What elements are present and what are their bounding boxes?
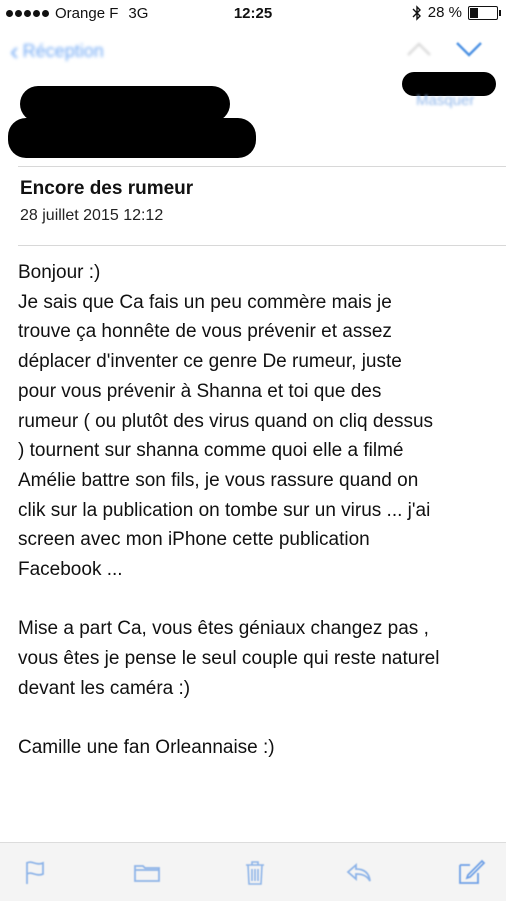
divider	[18, 166, 506, 167]
redaction-bar	[20, 86, 230, 122]
body-line: rumeur ( ou plutôt des virus quand on cl…	[18, 410, 434, 432]
hide-details-link[interactable]: Masquer	[416, 92, 474, 109]
battery-percent: 28 %	[427, 4, 462, 21]
compose-icon[interactable]	[456, 857, 486, 887]
divider	[18, 245, 506, 246]
body-line: clik sur la publication on tombe sur un …	[18, 499, 431, 521]
body-line: Facebook ...	[18, 559, 123, 581]
redaction-bar	[8, 118, 256, 158]
body-line: screen avec mon iPhone cette publication	[18, 529, 370, 551]
flag-icon[interactable]	[20, 857, 50, 887]
message-body: Bonjour :) Je sais que Ca fais un peu com…	[18, 258, 493, 763]
back-label: Réception	[22, 40, 104, 61]
trash-icon[interactable]	[240, 857, 270, 887]
message-date: 28 juillet 2015 12:12	[20, 207, 164, 224]
body-line: déplacer d'inventer ce genre De rumeur, …	[18, 351, 402, 373]
chevron-down-icon[interactable]	[452, 34, 486, 64]
chevron-up-icon[interactable]	[404, 38, 434, 60]
body-line: Mise a part Ca, vous êtes géniaux change…	[18, 618, 429, 640]
body-line: trouve ça honnête de vous prévenir et as…	[18, 321, 392, 343]
back-button[interactable]: ‹ Réception	[10, 38, 104, 64]
status-right: 28 %	[412, 4, 501, 21]
body-line: pour vous prévenir à Shanna et toi que d…	[18, 380, 382, 402]
body-line: Camille une fan Orleannaise :)	[18, 737, 275, 759]
battery-icon	[468, 5, 501, 20]
status-bar: Orange F 3G 12:25 28 %	[0, 0, 506, 28]
chevron-left-icon: ‹	[10, 36, 19, 66]
body-line: Amélie battre son fils, je vous rassure …	[18, 469, 419, 491]
body-line: ) tournent sur shanna comme quoi elle a …	[18, 440, 404, 462]
navigation-bar: ‹ Réception	[0, 28, 506, 78]
bottom-toolbar	[0, 842, 506, 901]
body-line: vous êtes je pense le seul couple qui re…	[18, 648, 440, 670]
reply-icon[interactable]	[344, 857, 374, 887]
battery-fill	[470, 7, 478, 18]
folder-icon[interactable]	[132, 857, 162, 887]
message-subject: Encore des rumeur	[20, 178, 194, 199]
body-line: Bonjour :)	[18, 262, 101, 283]
body-line: devant les caméra :)	[18, 677, 191, 699]
bluetooth-icon	[412, 4, 421, 21]
body-line: Je sais que Ca fais un peu commère mais …	[18, 291, 392, 313]
